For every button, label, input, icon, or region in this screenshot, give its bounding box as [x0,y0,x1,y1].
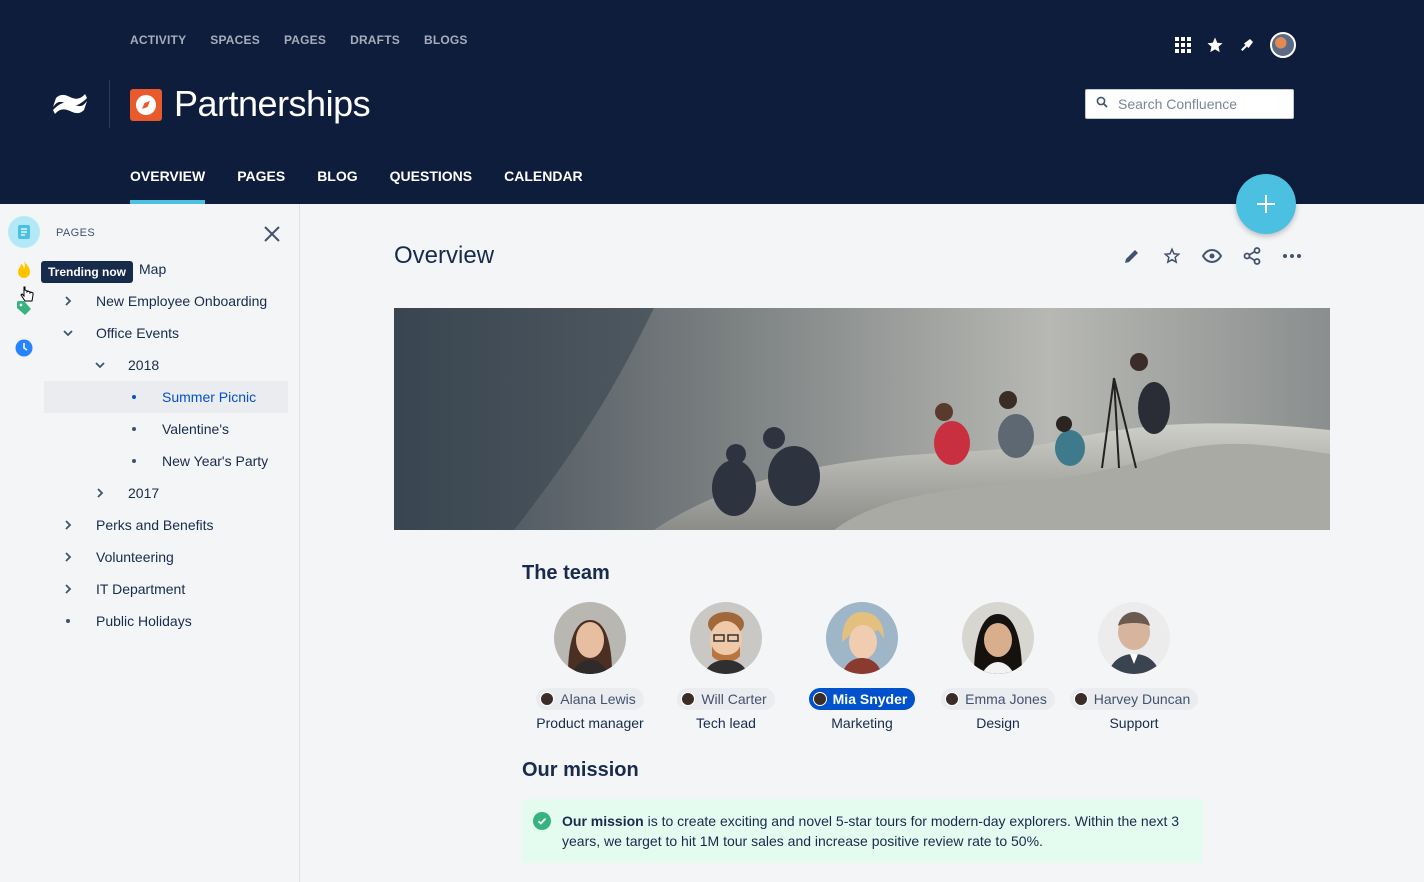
edit-icon[interactable] [1122,246,1142,266]
tab-blog[interactable]: BLOG [317,168,357,204]
mini-avatar [945,692,960,706]
team-member: Emma Jones Design [933,602,1063,731]
nav-blogs[interactable]: BLOGS [424,33,468,47]
hero-image [394,308,1330,530]
tree-item-volunteering[interactable]: Volunteering [44,541,288,573]
recent-clock-icon[interactable] [8,332,40,364]
user-mention[interactable]: Harvey Duncan [1069,688,1199,710]
starred-icon[interactable] [1206,36,1224,54]
sidebar: PAGES Trending now Map New Employee Onbo… [0,204,300,882]
main-content: Overview The team Alana Lewis Product ma… [300,204,1424,882]
user-mention[interactable]: Emma Jones [941,688,1055,710]
success-panel: Our mission is to create exciting and no… [522,799,1202,863]
global-header: ACTIVITY SPACES PAGES DRAFTS BLOGS Partn… [0,0,1424,204]
tree-item-2017[interactable]: 2017 [44,477,288,509]
plus-icon [1257,195,1275,213]
page-title: Overview [394,242,495,269]
chevron-right-icon[interactable] [62,295,74,307]
bullet-icon [132,395,136,399]
mini-avatar [540,692,555,706]
mini-avatar [1073,692,1088,706]
mission-text: Our mission is to create exciting and no… [562,813,1180,849]
tab-questions[interactable]: QUESTIONS [390,168,472,204]
sidebar-rail [0,204,48,882]
tree-item-office-events[interactable]: Office Events [44,317,288,349]
tab-overview[interactable]: OVERVIEW [130,168,206,204]
tab-pages[interactable]: PAGES [237,168,285,204]
bullet-icon [66,619,70,623]
nav-activity[interactable]: ACTIVITY [130,33,186,47]
tab-calendar[interactable]: CALENDAR [504,168,583,204]
user-avatar[interactable] [1270,32,1296,58]
chevron-right-icon[interactable] [62,551,74,563]
tree-item-it-department[interactable]: IT Department [44,573,288,605]
nav-drafts[interactable]: DRAFTS [350,33,400,47]
avatar [554,602,626,674]
watch-icon[interactable] [1202,246,1222,266]
page-actions [1122,246,1302,266]
create-button[interactable] [1236,174,1296,234]
check-circle-icon [533,812,551,830]
tree-item-2018[interactable]: 2018 [44,349,288,381]
tree-item-summer-picnic[interactable]: Summer Picnic [44,381,288,413]
search-input[interactable] [1116,95,1286,113]
mission-heading: Our mission [522,759,639,781]
avatar [1098,602,1170,674]
star-icon[interactable] [1162,246,1182,266]
tree-item-new-employee-onboarding[interactable]: New Employee Onboarding [44,285,288,317]
tree-item-perks-and-benefits[interactable]: Perks and Benefits [44,509,288,541]
bullet-icon [132,427,136,431]
team-member: Alana Lewis Product manager [525,602,655,731]
search-icon [1096,95,1108,113]
user-mention[interactable]: Alana Lewis [536,688,644,710]
team-heading: The team [522,562,610,584]
team-member: Harvey Duncan Support [1069,602,1199,731]
team-member: Will Carter Tech lead [661,602,791,731]
tag-icon[interactable] [8,292,40,324]
user-mention[interactable]: Will Carter [677,688,775,710]
avatar [690,602,762,674]
team-member: Mia Snyder Marketing [797,602,927,731]
chevron-down-icon[interactable] [62,327,74,339]
nav-pages[interactable]: PAGES [284,33,326,47]
space-title[interactable]: Partnerships [174,83,371,125]
chevron-down-icon[interactable] [94,359,106,371]
user-mention-current[interactable]: Mia Snyder [808,688,916,710]
top-nav: ACTIVITY SPACES PAGES DRAFTS BLOGS [130,33,492,47]
search-box[interactable] [1085,89,1294,119]
tree-item-new-years-party[interactable]: New Year's Party [44,445,288,477]
apps-grid-icon[interactable] [1174,36,1192,54]
more-icon[interactable] [1282,246,1302,266]
chevron-right-icon[interactable] [62,583,74,595]
nav-spaces[interactable]: SPACES [210,33,260,47]
tree-item-valentines[interactable]: Valentine's [44,413,288,445]
confluence-logo-icon[interactable] [50,84,90,124]
header-divider [109,80,110,128]
pages-heading: PAGES [56,227,96,239]
avatar [826,602,898,674]
compass-icon [130,89,162,121]
close-icon[interactable] [262,224,282,244]
trending-tooltip: Trending now [41,261,133,283]
mini-avatar [681,692,696,706]
mini-avatar [812,692,827,706]
bullet-icon [132,459,136,463]
space-nav: OVERVIEW PAGES BLOG QUESTIONS CALENDAR [130,168,615,204]
chevron-right-icon[interactable] [62,519,74,531]
share-icon[interactable] [1242,246,1262,266]
avatar [962,602,1034,674]
top-icons [1174,32,1296,58]
notification-icon[interactable] [1238,36,1256,54]
pages-icon[interactable] [8,216,40,248]
chevron-right-icon[interactable] [94,487,106,499]
tree-item-public-holidays[interactable]: Public Holidays [44,605,288,637]
